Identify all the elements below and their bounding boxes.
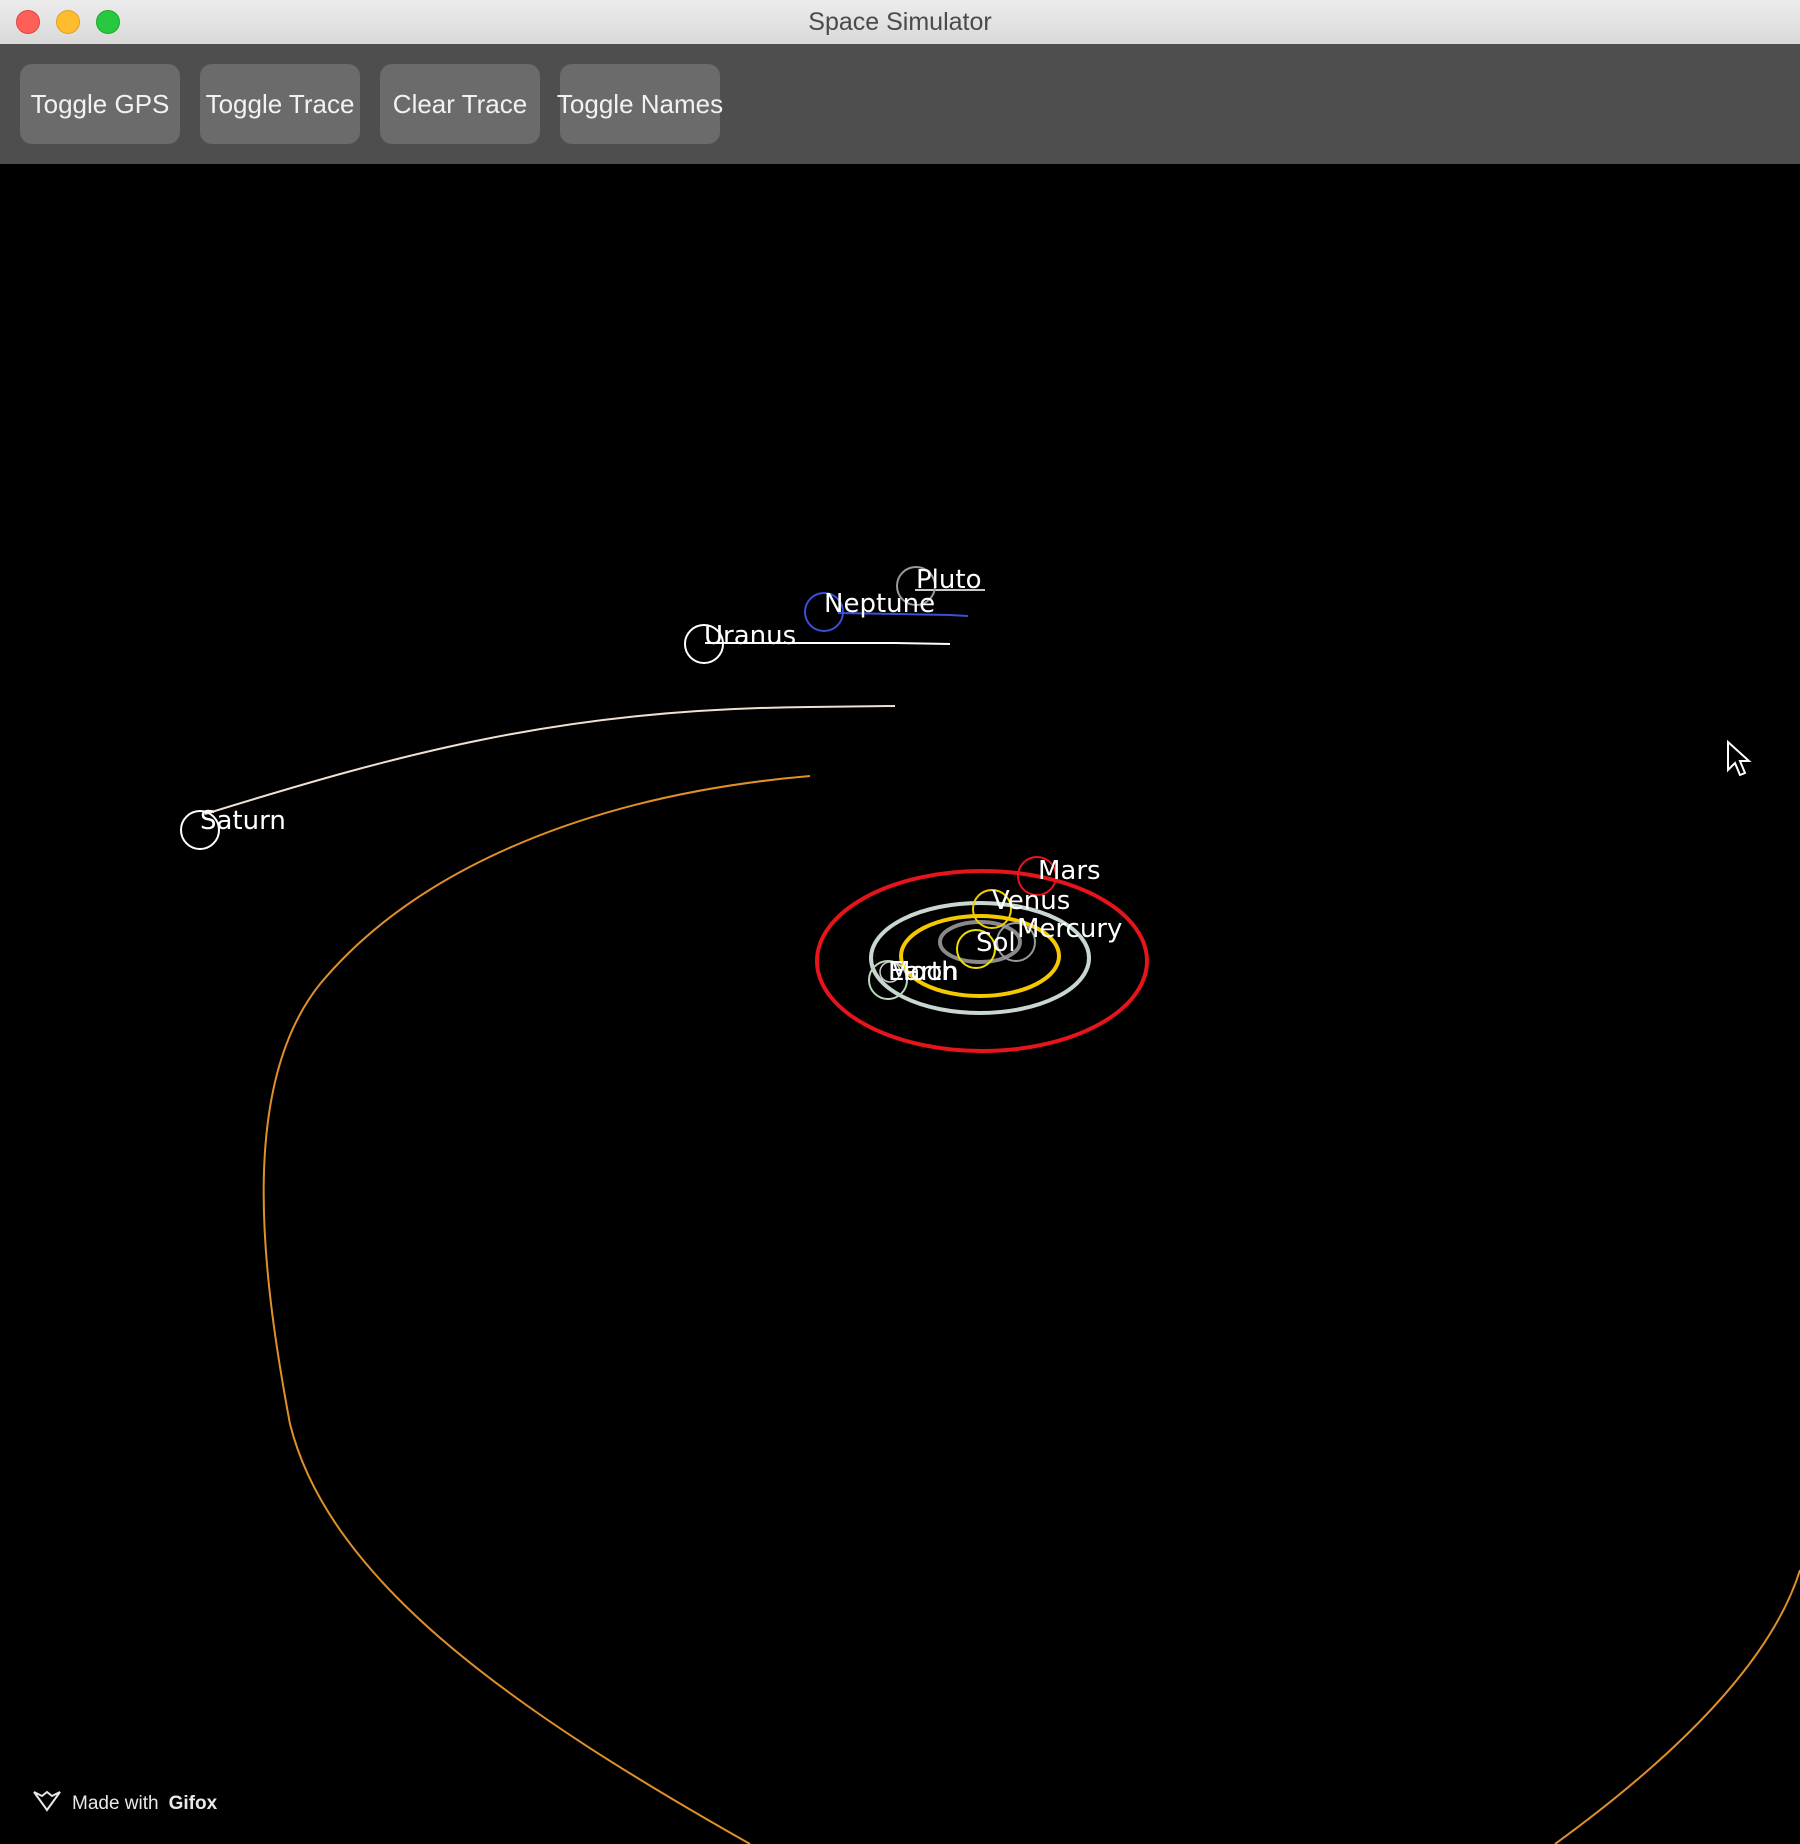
app-window: Space Simulator Toggle GPS Toggle Trace … — [0, 0, 1800, 1844]
toggle-gps-button[interactable]: Toggle GPS — [20, 64, 180, 144]
toggle-trace-button[interactable]: Toggle Trace — [200, 64, 360, 144]
saturn-label: Saturn — [200, 806, 286, 836]
toolbar: Toggle GPS Toggle Trace Clear Trace Togg… — [0, 44, 1800, 164]
jupiter-trace-right — [1554, 1569, 1800, 1844]
gifox-logo-icon — [32, 1788, 62, 1820]
neptune-label: Neptune — [824, 589, 935, 619]
window-title: Space Simulator — [808, 8, 992, 36]
simulation-canvas[interactable]: Pluto Neptune Uranus Saturn Mars Venus M… — [0, 164, 1800, 1844]
watermark-prefix: Made with — [72, 1793, 159, 1814]
mars-label: Mars — [1038, 856, 1101, 886]
gifox-watermark: Made with Gifox — [32, 1788, 217, 1820]
mercury-label: Mercury — [1017, 914, 1122, 944]
watermark-brand: Gifox — [168, 1793, 218, 1814]
venus-label: Venus — [992, 886, 1070, 916]
title-bar: Space Simulator — [0, 0, 1800, 45]
sol-label: Sol — [976, 928, 1016, 958]
uranus-label: Uranus — [704, 621, 796, 651]
saturn-trace — [204, 705, 896, 815]
clear-trace-button[interactable]: Clear Trace — [380, 64, 540, 144]
toggle-names-button[interactable]: Toggle Names — [557, 64, 723, 144]
moon-label: Moon — [888, 957, 959, 987]
jupiter-trace — [262, 775, 811, 1844]
solar-system-view: Pluto Neptune Uranus Saturn Mars Venus M… — [180, 565, 1800, 1844]
